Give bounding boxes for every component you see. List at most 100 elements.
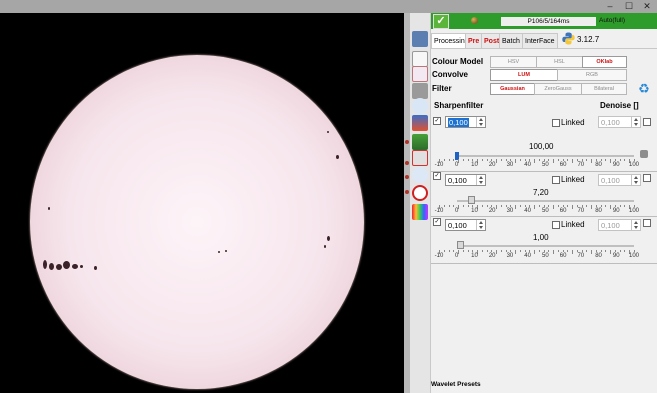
- band-enable-checkbox[interactable]: ✓: [433, 117, 441, 125]
- colour-model-hsl[interactable]: HSL: [536, 56, 583, 68]
- sunspot: [94, 266, 97, 270]
- convolve-lum[interactable]: LUM: [490, 69, 558, 81]
- marker-dot: [405, 140, 409, 144]
- timer-icon[interactable]: [412, 167, 428, 183]
- slider-tick: [510, 159, 512, 161]
- slider-tick: [624, 250, 626, 252]
- image-viewport[interactable]: [0, 13, 407, 393]
- check-icon[interactable]: ✓: [433, 14, 449, 29]
- tab-interface[interactable]: InterFace: [522, 33, 558, 49]
- minimize-button[interactable]: –: [603, 1, 617, 11]
- denoise-checkbox[interactable]: [643, 174, 651, 182]
- slider-tick: [634, 159, 635, 161]
- sunspot: [80, 265, 83, 268]
- status-bar: ✓ P106/5/164ms Auto(full): [431, 13, 657, 29]
- slider-tick: [543, 205, 545, 207]
- gain-slider-track[interactable]: [457, 245, 634, 247]
- slider-tick: [505, 205, 507, 207]
- gain-slider-thumb[interactable]: [467, 196, 475, 204]
- slider-tick: [557, 159, 559, 161]
- slider-scale-label: 60: [559, 208, 567, 214]
- solar-disk-image: [30, 55, 364, 389]
- record-icon[interactable]: [412, 185, 428, 201]
- filter-bilateral[interactable]: Bilateral: [581, 83, 627, 95]
- maximize-button[interactable]: ☐: [622, 1, 636, 11]
- slider-tick: [614, 250, 616, 252]
- close-button[interactable]: ✕: [640, 1, 654, 11]
- slider-tick: [491, 250, 493, 252]
- band-separator: [431, 171, 657, 172]
- convolve-rgb[interactable]: RGB: [557, 69, 627, 81]
- slider-tick: [634, 250, 635, 252]
- denoise-input[interactable]: 0,100: [598, 116, 641, 128]
- slider-scale-label: 70: [577, 253, 585, 259]
- color-palette-icon[interactable]: [412, 204, 428, 220]
- slider-tick: [581, 250, 583, 252]
- slider-grip-icon[interactable]: [640, 150, 648, 158]
- slider-tick: [538, 205, 540, 207]
- sunspot: [225, 250, 227, 252]
- slider-scale-label: 40: [524, 208, 531, 214]
- band-separator: [431, 216, 657, 217]
- filter-settings-icon[interactable]: [412, 150, 428, 166]
- convolve-label: Convolve: [432, 70, 469, 79]
- sharpen-amount-input[interactable]: 0,100: [445, 116, 486, 128]
- new-document-icon[interactable]: [412, 51, 428, 67]
- band-enable-checkbox[interactable]: ✓: [433, 172, 441, 180]
- tab-batch[interactable]: Batch: [499, 33, 523, 49]
- sharpen-amount-input[interactable]: 0,100: [445, 219, 486, 231]
- zoom-icon[interactable]: [412, 98, 428, 114]
- colour-model-hsv[interactable]: HSV: [490, 56, 537, 68]
- gain-slider-track[interactable]: [457, 200, 634, 202]
- open-file-icon[interactable]: [412, 66, 428, 82]
- slider-tick: [448, 205, 450, 207]
- grey-panel-icon[interactable]: [412, 83, 428, 99]
- slider-tick: [467, 159, 469, 161]
- histogram-icon[interactable]: [412, 134, 428, 150]
- save-icon[interactable]: [412, 31, 428, 47]
- slider-scale-label: 0: [455, 208, 459, 214]
- slider-scale-label: 80: [595, 253, 602, 259]
- tab-pre[interactable]: Pre: [465, 33, 483, 49]
- denoise-input[interactable]: 0,100: [598, 219, 641, 231]
- linked-checkbox[interactable]: [552, 119, 560, 127]
- slider-tick: [481, 159, 483, 161]
- gain-slider-track[interactable]: [457, 155, 634, 157]
- title-bar: – ☐ ✕: [0, 0, 657, 13]
- wavelet-presets-label: Wavelet Presets: [431, 381, 481, 388]
- denoise-checkbox[interactable]: [643, 219, 651, 227]
- sunspot: [336, 155, 339, 159]
- filter-zerogauss[interactable]: ZeroGauss: [534, 83, 582, 95]
- slider-scale-label: 10: [471, 162, 478, 168]
- colour-model-oklab[interactable]: OKlab: [582, 56, 627, 68]
- sharpen-amount-input[interactable]: 0,100: [445, 174, 486, 186]
- slider-tick: [548, 159, 550, 161]
- slider-tick: [467, 205, 469, 207]
- layers-icon[interactable]: [412, 115, 428, 131]
- slider-tick: [524, 250, 526, 252]
- slider-scale-label: 30: [506, 208, 514, 214]
- filter-gaussian[interactable]: Gaussian: [490, 83, 535, 95]
- slider-tick: [595, 205, 597, 207]
- denoise-input[interactable]: 0,100: [598, 174, 641, 186]
- linked-checkbox[interactable]: [552, 221, 560, 229]
- slider-tick: [567, 159, 569, 161]
- slider-scale-label: 90: [612, 208, 620, 214]
- slider-tick: [538, 250, 540, 252]
- slider-scale-label: 60: [559, 253, 567, 259]
- control-panel: ✓ P106/5/164ms Auto(full) Processing Pre…: [431, 13, 657, 393]
- slider-tick: [505, 159, 507, 161]
- slider-scale: -10 0 10 20 30 40 50 60 70 80 90 100: [435, 162, 639, 170]
- slider-tick: [619, 250, 621, 252]
- denoise-checkbox[interactable]: [643, 118, 651, 126]
- linked-checkbox[interactable]: [552, 176, 560, 184]
- slider-scale-label: 100: [628, 162, 640, 168]
- slider-tick: [586, 205, 588, 207]
- reset-recycle-icon[interactable]: ♻: [637, 82, 651, 96]
- gain-slider-thumb[interactable]: [456, 241, 464, 249]
- marker-dot: [405, 161, 409, 165]
- slider-scale: -10 0 10 20 30 40 50 60 70 80 90 100: [435, 253, 639, 261]
- slider-scale-label: 0: [455, 162, 459, 168]
- band-enable-checkbox[interactable]: ✓: [433, 218, 441, 226]
- slider-tick: [567, 250, 569, 252]
